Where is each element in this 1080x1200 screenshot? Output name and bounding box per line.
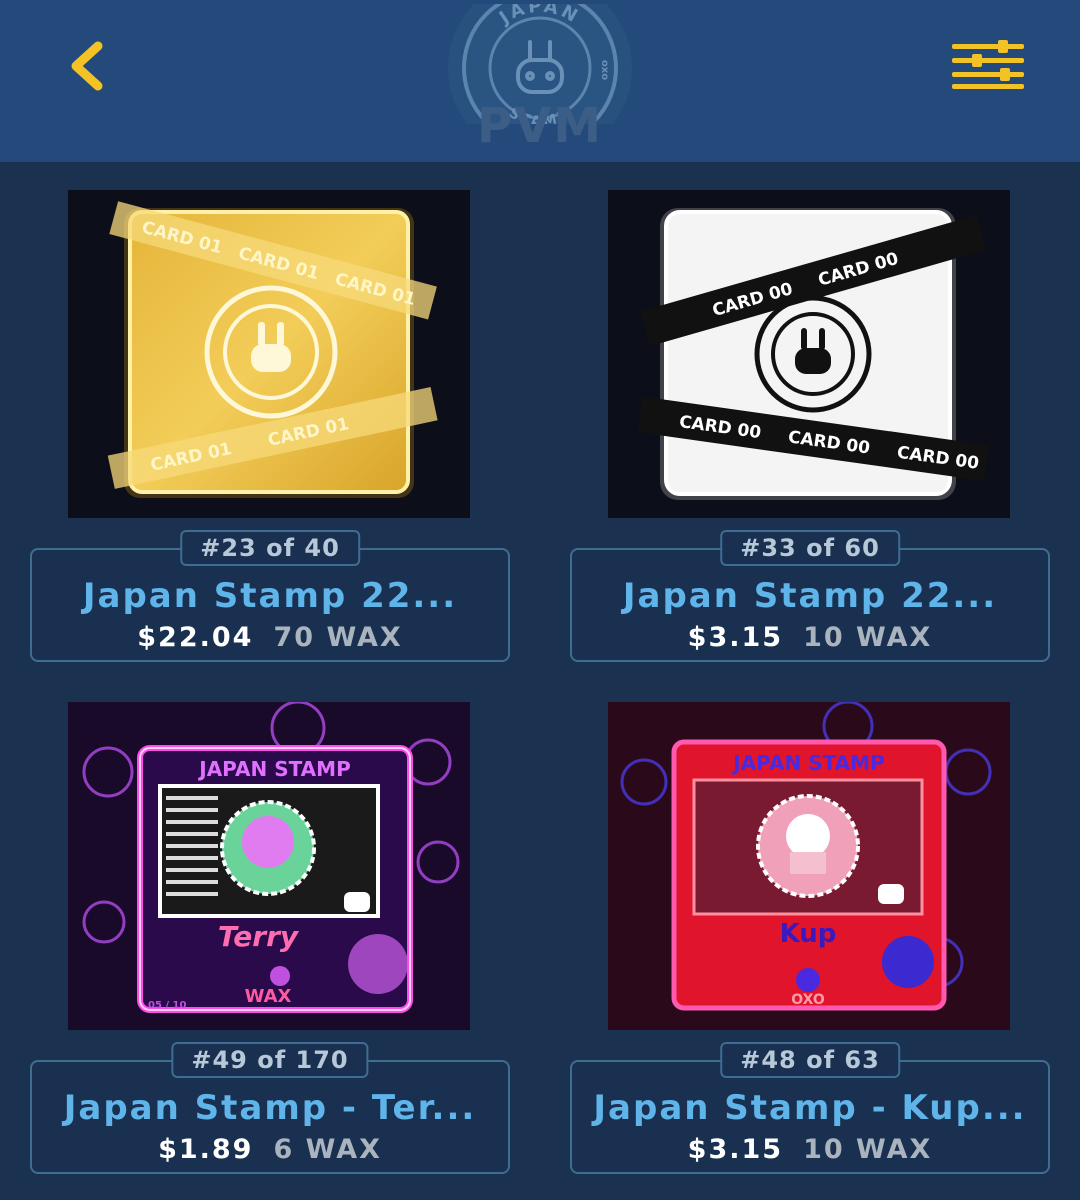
card-price: $3.15 10 WAX [572,1134,1048,1165]
app-header: JAPAN STAMP oxo [0,0,1080,162]
price-wax: 70 WAX [273,622,403,653]
svg-text:JAPAN STAMP: JAPAN STAMP [731,751,884,775]
svg-text:OXO: OXO [791,992,825,1008]
svg-text:Terry: Terry [218,920,300,953]
edition-badge: #33 of 60 [720,530,900,566]
card-title: Japan Stamp 22... [622,576,998,616]
nft-card[interactable]: JAPAN STAMP Kup OXO Japan Stamp - Kup...… [570,702,1050,1176]
svg-text:05 / 10: 05 / 10 [148,1000,186,1011]
edition-badge: #48 of 63 [720,1042,900,1078]
chevron-left-icon [71,41,103,91]
svg-text:Kup: Kup [780,919,837,949]
card-title: Japan Stamp 22... [82,576,458,616]
logo-side-text: oxo [599,60,610,80]
japan-stamp-logo: JAPAN STAMP oxo [444,0,636,160]
edition-badge: #23 of 40 [180,530,360,566]
card-title: Japan Stamp - Ter... [63,1088,477,1128]
filter-button[interactable] [948,40,1028,92]
svg-text:JAPAN STAMP: JAPAN STAMP [197,757,350,781]
price-usd: $3.15 [687,1134,784,1165]
sliders-icon [952,40,1024,89]
price-usd: $22.04 [137,622,254,653]
price-wax: 10 WAX [803,622,933,653]
card-image[interactable]: CARD 00 CARD 00 CARD 00 CARD 00 CARD 00 [608,190,1010,518]
card-price: $22.04 70 WAX [32,622,508,653]
edition-badge: #49 of 170 [171,1042,369,1078]
card-image[interactable]: JAPAN STAMP Terry WAX 05 / 10 [68,702,470,1030]
svg-text:WAX: WAX [245,986,292,1007]
price-usd: $1.89 [158,1134,254,1165]
card-title: Japan Stamp - Kup... [593,1088,1027,1128]
price-usd: $3.15 [687,622,784,653]
nft-card[interactable]: CARD 01 CARD 01 CARD 01 CARD 01 CARD 01 … [30,190,510,664]
back-button[interactable] [56,34,116,98]
price-wax: 10 WAX [803,1134,933,1165]
card-image[interactable]: CARD 01 CARD 01 CARD 01 CARD 01 CARD 01 [68,190,470,518]
price-wax: 6 WAX [273,1134,382,1165]
nft-card[interactable]: CARD 00 CARD 00 CARD 00 CARD 00 CARD 00 … [570,190,1050,664]
card-price: $1.89 6 WAX [32,1134,508,1165]
nft-card[interactable]: JAPAN STAMP Terry WAX 05 / 10 Japan Stam… [30,702,510,1176]
card-price: $3.15 10 WAX [572,622,1048,653]
card-image[interactable]: JAPAN STAMP Kup OXO [608,702,1010,1030]
